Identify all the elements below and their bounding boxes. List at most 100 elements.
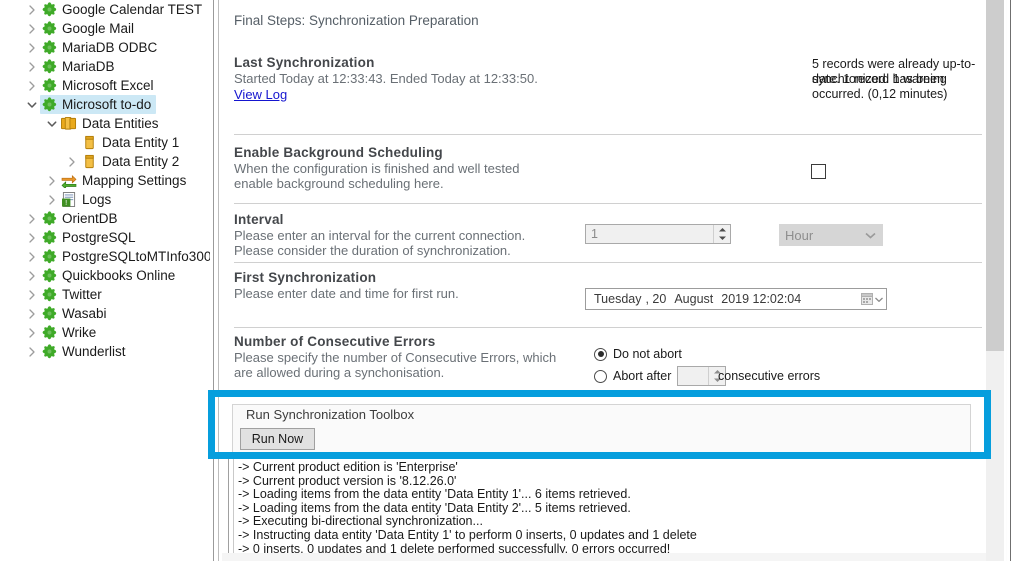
tree-item-content[interactable]: Wunderlist — [40, 342, 131, 361]
tree-item-content[interactable]: Mapping Settings — [60, 171, 191, 190]
run-synchronization-toolbox-legend: Run Synchronization Toolbox — [242, 407, 418, 422]
interval-spinner-buttons[interactable] — [713, 225, 730, 243]
tree-item-postgresql[interactable]: PostgreSQL — [0, 228, 210, 247]
chevron-right-icon[interactable] — [24, 304, 40, 323]
abort-after-count-input[interactable] — [678, 367, 708, 385]
chevron-right-icon[interactable] — [24, 247, 40, 266]
interval-spinner-down-icon[interactable] — [714, 234, 730, 243]
datepicker-day[interactable]: , 20 — [643, 292, 668, 306]
tree-item-label: Microsoft Excel — [58, 76, 154, 95]
tree-item-data-entity-1[interactable]: Data Entity 1 — [0, 133, 210, 152]
tree-item-content[interactable]: Wrike — [40, 323, 101, 342]
radio-abort-after-indicator[interactable] — [594, 370, 607, 383]
tree-item-mariadb[interactable]: MariaDB — [0, 57, 210, 76]
first-sync-datetime-picker[interactable]: Tuesday , 20 August 2019 12:02:04 — [585, 288, 887, 310]
enable-background-scheduling-checkbox[interactable] — [811, 164, 826, 179]
tree-item-twitter[interactable]: Twitter — [0, 285, 210, 304]
tree-item-content[interactable]: Twitter — [40, 285, 107, 304]
tree-item-label: Wasabi — [58, 304, 107, 323]
chevron-right-icon[interactable] — [24, 266, 40, 285]
tree-item-data-entity-2[interactable]: Data Entity 2 — [0, 152, 210, 171]
radio-do-not-abort-indicator[interactable] — [594, 348, 607, 361]
mapping-settings-icon — [60, 171, 78, 190]
chevron-down-icon[interactable] — [24, 95, 40, 114]
chevron-right-icon[interactable] — [44, 190, 60, 209]
tree-item-logs[interactable]: !Logs — [0, 190, 210, 209]
log-horizontal-scrollbar[interactable] — [222, 553, 986, 561]
tree-item-content[interactable]: PostgreSQLtoMTInfo3000 — [40, 247, 210, 266]
tree-item-content[interactable]: PostgreSQL — [40, 228, 141, 247]
section-divider-4 — [234, 327, 982, 328]
panel-splitter[interactable] — [210, 0, 222, 561]
tree-item-quickbooks-online[interactable]: Quickbooks Online — [0, 266, 210, 285]
chevron-right-icon[interactable] — [24, 57, 40, 76]
chevron-right-icon[interactable] — [24, 323, 40, 342]
datepicker-month[interactable]: August — [668, 292, 715, 306]
interval-value-input[interactable]: 1 — [586, 225, 713, 243]
content-scrollbar-thumb[interactable] — [986, 0, 1004, 351]
tree-item-mariadb-odbc[interactable]: MariaDB ODBC — [0, 38, 210, 57]
splitter-line-left — [213, 0, 214, 561]
plugin-icon — [40, 323, 58, 342]
tree-item-label: Data Entity 2 — [98, 152, 179, 171]
chevron-right-icon[interactable] — [24, 342, 40, 361]
tree-item-postgresqltomtinfo3000[interactable]: PostgreSQLtoMTInfo3000 — [0, 247, 210, 266]
tree-item-content[interactable]: OrientDB — [40, 209, 123, 228]
svg-text:!: ! — [65, 198, 67, 207]
tree-item-orientdb[interactable]: OrientDB — [0, 209, 210, 228]
page-subtitle: Final Steps: Synchronization Preparation — [234, 13, 479, 28]
chevron-right-icon[interactable] — [24, 19, 40, 38]
tree-item-wasabi[interactable]: Wasabi — [0, 304, 210, 323]
run-now-button[interactable]: Run Now — [240, 428, 315, 450]
plugin-icon — [40, 38, 58, 57]
chevron-down-icon[interactable] — [44, 114, 60, 133]
plugin-icon — [40, 19, 58, 38]
datepicker-weekday[interactable]: Tuesday — [586, 292, 643, 306]
interval-spinner-up-icon[interactable] — [714, 225, 730, 234]
radio-abort-after[interactable]: Abort after — [594, 369, 671, 383]
tree-item-content[interactable]: Data Entity 2 — [80, 152, 184, 171]
chevron-right-icon[interactable] — [24, 228, 40, 247]
chevron-right-icon[interactable] — [24, 76, 40, 95]
chevron-right-icon[interactable] — [24, 285, 40, 304]
chevron-right-icon[interactable] — [24, 0, 40, 19]
interval-value-spinner[interactable]: 1 — [585, 224, 731, 244]
enable-background-scheduling-checkbox-wrap[interactable] — [811, 164, 826, 184]
interval-unit-dropdown[interactable]: Hour — [779, 224, 883, 246]
tree-item-content[interactable]: Data Entities — [60, 114, 164, 133]
calendar-icon — [861, 293, 873, 305]
view-log-link[interactable]: View Log — [234, 87, 287, 102]
background-scheduling-desc-line-1: When the configuration is finished and w… — [234, 161, 974, 176]
radio-do-not-abort[interactable]: Do not abort — [594, 347, 682, 361]
tree-item-content[interactable]: MariaDB — [40, 57, 120, 76]
tree-item-content[interactable]: MariaDB ODBC — [40, 38, 162, 57]
tree-item-google-calendar-test[interactable]: Google Calendar TEST — [0, 0, 210, 19]
log-line-list: -> Current product edition is 'Enterpris… — [238, 461, 978, 561]
tree-item-content[interactable]: Google Calendar TEST — [40, 0, 207, 19]
tree-item-wrike[interactable]: Wrike — [0, 323, 210, 342]
tree-item-label: Data Entity 1 — [98, 133, 179, 152]
tree-item-microsoft-to-do[interactable]: Microsoft to-do — [0, 95, 210, 114]
tree-item-content[interactable]: Wasabi — [40, 304, 112, 323]
chevron-right-icon[interactable] — [44, 171, 60, 190]
tree-item-content[interactable]: Microsoft to-do — [40, 95, 156, 114]
chevron-right-icon[interactable] — [64, 152, 80, 171]
tree-item-content[interactable]: Quickbooks Online — [40, 266, 180, 285]
calendar-dropdown-button[interactable] — [859, 289, 885, 309]
tree-item-content[interactable]: !Logs — [60, 190, 116, 209]
chevron-right-icon[interactable] — [24, 209, 40, 228]
tree-item-mapping-settings[interactable]: Mapping Settings — [0, 171, 210, 190]
chevron-right-icon[interactable] — [24, 38, 40, 57]
tree-item-microsoft-excel[interactable]: Microsoft Excel — [0, 76, 210, 95]
tree-item-google-mail[interactable]: Google Mail — [0, 19, 210, 38]
tree-item-content[interactable]: Google Mail — [40, 19, 139, 38]
datepicker-year-time[interactable]: 2019 12:02:04 — [715, 292, 803, 306]
tree-item-wunderlist[interactable]: Wunderlist — [0, 342, 210, 361]
log-line: -> Current product version is '8.12.26.0… — [238, 475, 978, 489]
content-vertical-scrollbar[interactable] — [986, 0, 1004, 561]
tree-item-content[interactable]: Microsoft Excel — [40, 76, 159, 95]
window-outer-margin — [1011, 0, 1024, 561]
tree-item-data-entities[interactable]: Data Entities — [0, 114, 210, 133]
connection-tree-panel[interactable]: Google Calendar TESTGoogle MailMariaDB O… — [0, 0, 210, 561]
tree-item-content[interactable]: Data Entity 1 — [80, 133, 184, 152]
